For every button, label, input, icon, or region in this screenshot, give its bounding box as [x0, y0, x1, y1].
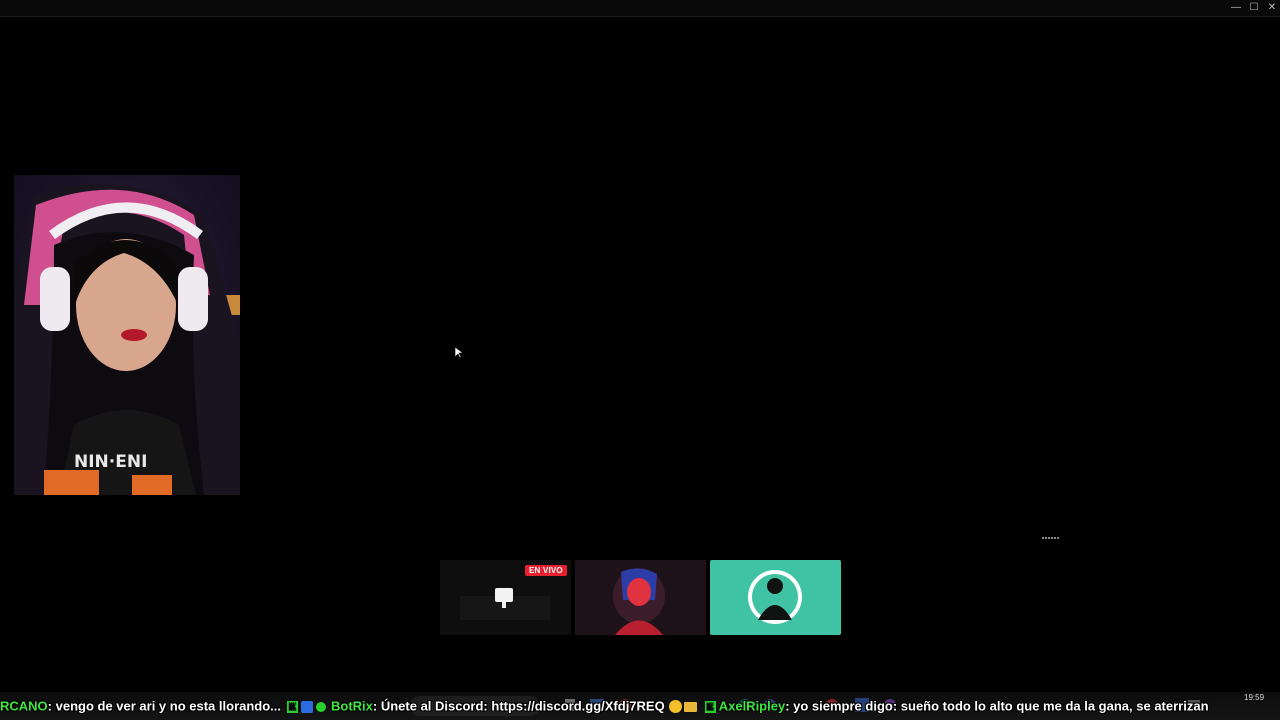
stream-preview-profile[interactable] [710, 560, 841, 635]
chat-message: : Únete al Discord: https://discord.gg/X… [372, 698, 665, 714]
chat-username: BotRix [331, 698, 373, 714]
close-icon[interactable]: ✕ [1262, 0, 1280, 16]
hidden-widget-marker [1042, 537, 1060, 539]
chat-ticker-bar: RCANO: vengo de ver ari y no esta lloran… [0, 692, 1280, 720]
stream-preview-live[interactable]: EN VIVO [440, 560, 571, 635]
mouse-cursor-icon [454, 346, 464, 364]
system-clock: 19:59 [1244, 693, 1265, 702]
chat-message: : yo siempre digo: sueño todo lo alto qu… [785, 698, 1209, 714]
bot-badge-icon [301, 700, 314, 713]
svg-text:NIN·ENI: NIN·ENI [74, 452, 147, 472]
verified-icon [316, 701, 327, 712]
emoji-face-icon [668, 700, 682, 714]
minimize-icon[interactable]: — [1226, 0, 1246, 16]
kick-icon: K [287, 700, 299, 713]
maximize-icon[interactable]: ☐ [1244, 0, 1264, 16]
live-badge: EN VIVO [525, 565, 567, 576]
chat-ticker-messages: RCANO: vengo de ver ari y no esta lloran… [0, 698, 1209, 716]
stream-preview-avatar[interactable] [575, 560, 706, 635]
window-titlebar: — ☐ ✕ [0, 0, 1280, 17]
monitor-icon [495, 588, 513, 602]
chat-username: AxelRipley [718, 698, 786, 714]
chat-message: : vengo de ver ari y no esta llorando... [47, 698, 282, 714]
streamer-webcam: NIN·ENI [14, 175, 240, 495]
chat-username: RCANO [0, 698, 48, 714]
kick-icon: K [704, 700, 716, 713]
emoji-folder-icon [683, 701, 697, 712]
